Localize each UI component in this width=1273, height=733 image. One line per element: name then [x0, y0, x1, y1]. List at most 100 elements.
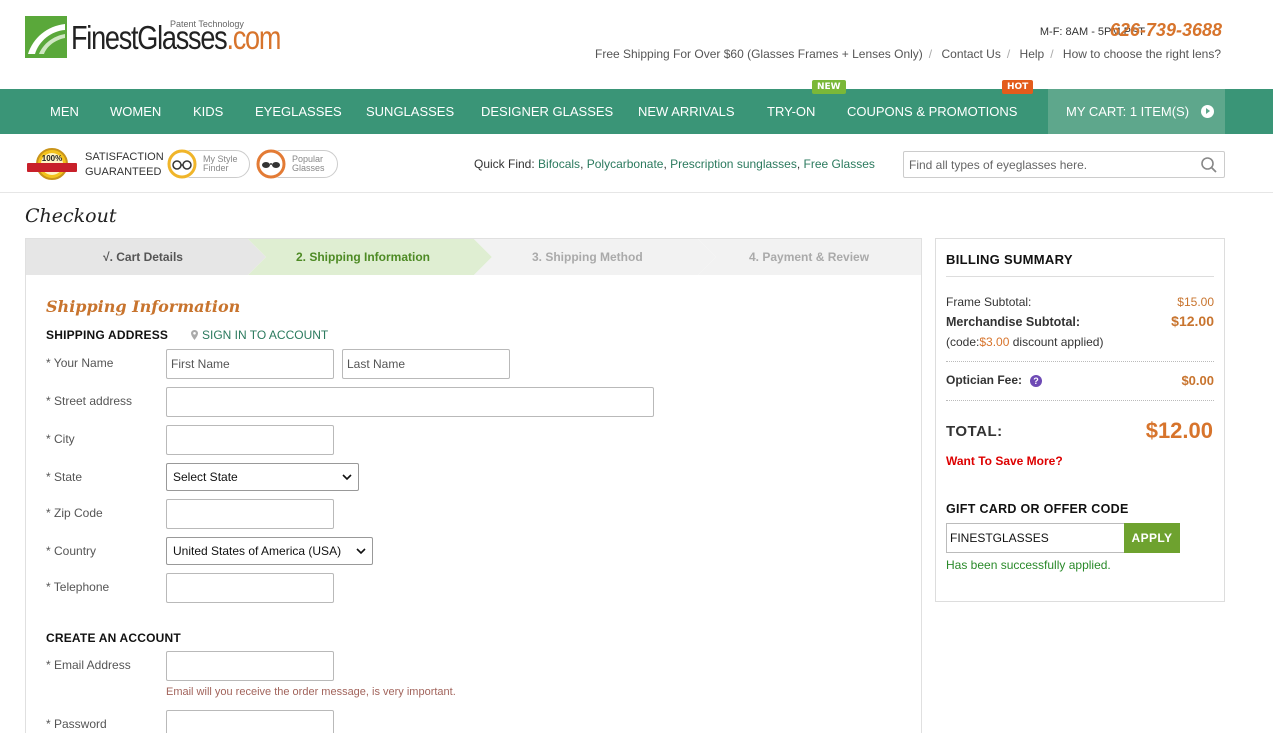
cart-label: MY CART: 1 ITEM(S): [1066, 104, 1190, 119]
city-input[interactable]: [166, 425, 334, 455]
offer-code-input[interactable]: [946, 523, 1124, 553]
discount-row: (code:$3.00 discount applied): [946, 335, 1104, 349]
logo-mark-icon: [25, 16, 67, 58]
popular-glasses-button[interactable]: Popular Glasses: [256, 149, 338, 179]
save-more-link[interactable]: Want To Save More?: [946, 454, 1063, 468]
cart-button[interactable]: MY CART: 1 ITEM(S): [1048, 89, 1225, 134]
city-label: * City: [46, 432, 75, 446]
create-account-heading: CREATE AN ACCOUNT: [46, 631, 181, 645]
nav-men[interactable]: MEN: [50, 89, 79, 134]
state-label: * State: [46, 470, 83, 484]
nav-coupons[interactable]: COUPONS & PROMOTIONS: [847, 89, 1017, 134]
location-pin-icon: [191, 330, 198, 340]
search-input[interactable]: [904, 152, 1194, 177]
contact-us-link[interactable]: Contact Us: [941, 47, 1000, 61]
nav-new-arrivals[interactable]: NEW ARRIVALS: [638, 89, 735, 134]
first-name-input[interactable]: [166, 349, 334, 379]
email-label: * Email Address: [46, 658, 131, 672]
quick-link-polycarbonate[interactable]: Polycarbonate: [587, 157, 664, 171]
checkout-panel: √. Cart Details 2. Shipping Information …: [25, 238, 922, 733]
satisfaction-line-2: GUARANTEED: [85, 166, 162, 178]
quick-link-bifocals[interactable]: Bifocals: [538, 157, 580, 171]
chevron-right-icon: [1201, 105, 1214, 118]
quick-link-free-glasses[interactable]: Free Glasses: [804, 157, 875, 171]
state-select[interactable]: Select State: [166, 463, 359, 491]
shipping-address-heading: SHIPPING ADDRESS: [46, 328, 169, 342]
sub-bar: 100% SATISFACTION GUARANTEED My Style Fin…: [0, 134, 1273, 193]
country-select[interactable]: United States of America (USA): [166, 537, 373, 565]
top-links: Free Shipping For Over $60 (Glasses Fram…: [595, 47, 1221, 61]
telephone-input[interactable]: [166, 573, 334, 603]
street-label: * Street address: [46, 394, 133, 408]
help-icon[interactable]: ?: [1030, 375, 1043, 387]
optician-fee-value: $0.00: [1181, 373, 1214, 388]
satisfaction-line-1: SATISFACTION: [85, 151, 164, 163]
telephone-label: * Telephone: [46, 580, 110, 594]
frame-subtotal-value: $15.00: [1177, 295, 1214, 309]
free-shipping-link[interactable]: Free Shipping For Over $60 (Glasses Fram…: [595, 47, 923, 61]
total-label: TOTAL:: [946, 423, 1003, 440]
nav-kids[interactable]: KIDS: [193, 89, 223, 134]
section-title: Shipping Information: [46, 297, 241, 316]
step-cart-details[interactable]: √. Cart Details: [103, 239, 183, 275]
merch-subtotal-label: Merchandise Subtotal:: [946, 315, 1081, 329]
hot-badge: HOT: [1002, 80, 1034, 94]
quick-find: Quick Find: Bifocals, Polycarbonate, Pre…: [474, 157, 875, 171]
state-select-value: Select State: [173, 470, 238, 484]
help-link[interactable]: Help: [1020, 47, 1045, 61]
nav-try-on-label: TRY-ON: [767, 104, 816, 119]
divider: [946, 361, 1214, 362]
password-input[interactable]: [166, 710, 334, 733]
lens-guide-link[interactable]: How to choose the right lens?: [1063, 47, 1221, 61]
frame-subtotal-row: Frame Subtotal: $15.00: [946, 295, 1214, 309]
total-value: $12.00: [1145, 418, 1213, 443]
zip-code-input[interactable]: [166, 499, 334, 529]
main-nav: MEN WOMEN KIDS EYEGLASSES SUNGLASSES DES…: [0, 80, 1273, 134]
satisfaction-text: SATISFACTION GUARANTEED: [85, 150, 164, 180]
seal-percent: 100%: [42, 154, 62, 163]
chevron-down-icon: [342, 474, 352, 481]
nav-women[interactable]: WOMEN: [110, 89, 161, 134]
step-payment-review: 4. Payment & Review: [749, 250, 870, 264]
country-label: * Country: [46, 544, 97, 558]
site-header: FinestGlasses.com Patent Technology M-F:…: [0, 0, 1273, 89]
street-address-input[interactable]: [166, 387, 654, 417]
satisfaction-seal-icon: 100%: [27, 148, 77, 180]
discount-amount: $3.00: [979, 335, 1010, 349]
last-name-input[interactable]: [342, 349, 510, 379]
new-badge: NEW: [812, 80, 846, 94]
sign-in-link[interactable]: SIGN IN TO ACCOUNT: [191, 328, 328, 342]
logo-tagline: Patent Technology: [170, 19, 244, 29]
country-select-value: United States of America (USA): [173, 544, 342, 558]
quick-link-prescription-sunglasses[interactable]: Prescription sunglasses: [670, 157, 797, 171]
style-finder-button[interactable]: My Style Finder: [167, 149, 250, 179]
search-icon[interactable]: [1200, 156, 1218, 174]
site-logo[interactable]: FinestGlasses.com Patent Technology: [25, 16, 281, 60]
divider: [946, 276, 1214, 277]
step-shipping-method: 3. Shipping Method: [532, 250, 643, 264]
style-finder-label: My Style Finder: [203, 154, 238, 173]
optician-fee-label: Optician Fee:: [946, 373, 1023, 387]
nav-try-on[interactable]: TRY-ON: [767, 89, 815, 134]
sign-in-label: SIGN IN TO ACCOUNT: [202, 328, 329, 342]
email-hint: Email will you receive the order message…: [166, 686, 456, 698]
phone-number[interactable]: 626-739-3688: [1110, 20, 1222, 41]
email-input[interactable]: [166, 651, 334, 681]
optician-fee-row: Optician Fee:? $0.00: [946, 373, 1214, 388]
billing-title: BILLING SUMMARY: [946, 252, 1073, 267]
quick-find-label: Quick Find:: [474, 157, 535, 171]
apply-button[interactable]: APPLY: [1124, 523, 1180, 553]
nav-designer-glasses[interactable]: DESIGNER GLASSES: [481, 89, 613, 134]
offer-code-heading: GIFT CARD OR OFFER CODE: [946, 502, 1129, 516]
frame-subtotal-label: Frame Subtotal:: [946, 295, 1032, 309]
nav-eyeglasses[interactable]: EYEGLASSES: [255, 89, 342, 134]
nav-sunglasses[interactable]: SUNGLASSES: [366, 89, 454, 134]
glasses-icon: [167, 149, 197, 179]
name-label: * Your Name: [46, 356, 114, 370]
password-label: * Password: [46, 717, 107, 731]
merch-subtotal-row: Merchandise Subtotal: $12.00: [946, 313, 1214, 329]
zip-label: * Zip Code: [46, 506, 103, 520]
code-applied-message: Has been successfully applied.: [946, 558, 1111, 572]
sunglasses-icon: [256, 149, 286, 179]
popular-glasses-label: Popular Glasses: [292, 154, 325, 173]
